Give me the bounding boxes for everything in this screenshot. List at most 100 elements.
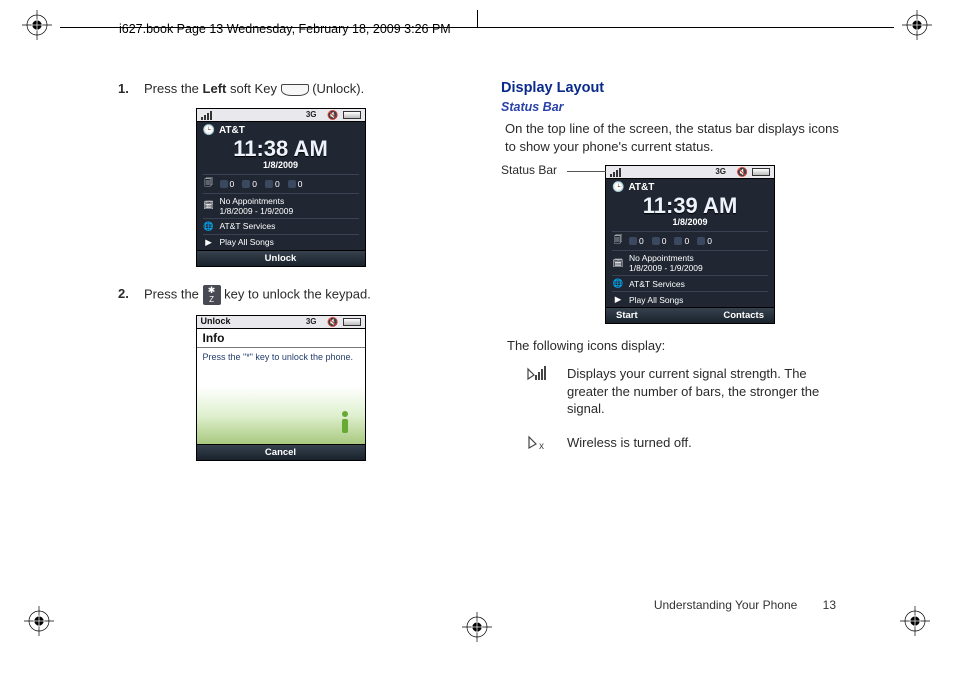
network-3g: 3G <box>306 317 317 326</box>
globe-icon: 🌐 <box>203 221 215 232</box>
step-2: 2. Press the key to unlock the keypad. <box>108 285 453 305</box>
speaker-icon: 🔇 <box>327 110 338 121</box>
screenshot-2: Unlock 3G 🔇 Info Press the "*" key to un… <box>108 315 453 461</box>
count-icon <box>674 237 682 245</box>
crop-tick <box>477 10 478 27</box>
book-header: i627.book Page 13 Wednesday, February 18… <box>115 20 455 38</box>
info-message: Press the "*" key to unlock the phone. <box>197 348 365 366</box>
right-column: Display Layout Status Bar On the top lin… <box>501 80 846 622</box>
info-icon <box>335 410 355 436</box>
status-bar: 3G 🔇 <box>606 166 774 179</box>
text: Press the <box>144 81 203 96</box>
battery-icon <box>752 168 770 176</box>
battery-icon <box>343 111 361 119</box>
icons-intro-text: The following icons display: <box>507 338 846 353</box>
text: soft Key <box>226 81 280 96</box>
date-range: 1/8/2009 - 1/9/2009 <box>220 206 294 216</box>
softkey-bar: Cancel <box>197 444 365 460</box>
subheading-status-bar: Status Bar <box>501 100 846 114</box>
count: 0 <box>662 236 667 246</box>
crop-mark-icon <box>24 606 54 639</box>
music-icon: ▶ <box>203 237 215 248</box>
count: 0 <box>275 179 280 189</box>
icon-row-signal: Displays your current signal strength. T… <box>525 365 846 418</box>
home-screen: 🕒AT&T 11:39 AM 1/8/2009 🗐0000 🗓No Appoin… <box>606 179 774 307</box>
count-icon <box>697 237 705 245</box>
page-content: 1. Press the Left soft Key (Unlock). 3G … <box>108 80 846 622</box>
svg-text:x: x <box>539 441 544 452</box>
appointments-label: No Appointments <box>220 196 294 206</box>
star-key-icon <box>203 285 221 305</box>
crop-mark-icon <box>900 606 930 639</box>
count-icon <box>265 180 273 188</box>
counts-row: 0 0 0 0 <box>220 179 303 189</box>
status-bar: Unlock 3G 🔇 <box>197 316 365 329</box>
songs-label: Play All Songs <box>220 237 274 247</box>
count-icon <box>288 180 296 188</box>
text: (Unlock). <box>309 81 365 96</box>
softkey-bar: Start Contacts <box>606 307 774 323</box>
left-column: 1. Press the Left soft Key (Unlock). 3G … <box>108 80 453 622</box>
count: 0 <box>684 236 689 246</box>
info-dialog: Info Press the "*" key to unlock the pho… <box>197 329 365 444</box>
step-number: 1. <box>118 80 144 98</box>
softkey-center: Unlock <box>265 253 297 264</box>
calendar-icon: 🗓 <box>612 258 624 269</box>
crop-mark-icon <box>22 10 52 43</box>
info-body: Press the "*" key to unlock the phone. <box>197 348 365 444</box>
icon-description: Displays your current signal strength. T… <box>567 365 846 418</box>
count: 0 <box>639 236 644 246</box>
network-3g: 3G <box>715 167 726 176</box>
info-heading: Info <box>197 329 365 348</box>
bold: Left <box>203 81 227 96</box>
phone-mock: 3G 🔇 🕒AT&T 11:39 AM 1/8/2009 🗐0000 🗓No A… <box>605 165 775 324</box>
appointments-label: No Appointments <box>629 253 703 263</box>
carrier-label: AT&T <box>628 182 654 193</box>
count-icon <box>652 237 660 245</box>
step-text: Press the Left soft Key (Unlock). <box>144 80 453 98</box>
softkey-bar: Unlock <box>197 250 365 266</box>
screenshot-1: 3G 🔇 🕒AT&T 11:38 AM 1/8/2009 🗐0000 🗓No A… <box>108 108 453 267</box>
clock-icon: 🕒 <box>203 125 215 136</box>
icon-row-wireless-off: x Wireless is turned off. <box>525 434 846 459</box>
count: 0 <box>230 179 235 189</box>
status-bar: 3G 🔇 <box>197 109 365 122</box>
title-label: Unlock <box>201 316 231 326</box>
count-icon <box>629 237 637 245</box>
counts-row: 0 0 0 0 <box>629 236 712 246</box>
paragraph: On the top line of the screen, the statu… <box>505 120 846 155</box>
crop-mark-icon <box>462 612 492 645</box>
signal-icon <box>201 111 217 123</box>
softkey-left: Start <box>616 310 638 321</box>
count: 0 <box>707 236 712 246</box>
count-icon <box>220 180 228 188</box>
globe-icon: 🌐 <box>612 278 624 289</box>
section-title: Understanding Your Phone <box>654 598 797 612</box>
step-text: Press the key to unlock the keypad. <box>144 285 453 305</box>
count: 0 <box>298 179 303 189</box>
icon-description: Wireless is turned off. <box>567 434 846 452</box>
softkey-right: Contacts <box>723 310 764 321</box>
services-label: AT&T Services <box>629 279 685 289</box>
mail-icon: 🗐 <box>612 234 624 248</box>
songs-label: Play All Songs <box>629 295 683 305</box>
text: Press the <box>144 286 203 301</box>
home-screen: 🕒AT&T 11:38 AM 1/8/2009 🗐0000 🗓No Appoin… <box>197 122 365 250</box>
softkey-icon <box>281 84 309 96</box>
page-footer: Understanding Your Phone 13 <box>654 598 836 612</box>
step-1: 1. Press the Left soft Key (Unlock). <box>108 80 453 98</box>
services-label: AT&T Services <box>220 221 276 231</box>
count: 0 <box>252 179 257 189</box>
calendar-icon: 🗓 <box>203 200 215 211</box>
speaker-icon: 🔇 <box>737 167 748 178</box>
text: key to unlock the keypad. <box>221 286 371 301</box>
callout-label: Status Bar <box>501 163 557 177</box>
date-range: 1/8/2009 - 1/9/2009 <box>629 263 703 273</box>
phone-mock: Unlock 3G 🔇 Info Press the "*" key to un… <box>196 315 366 461</box>
speaker-icon: 🔇 <box>327 317 338 328</box>
status-bar-callout: Status Bar 3G 🔇 🕒AT&T 11:39 AM 1/8/2009 … <box>547 165 846 324</box>
date-display: 1/8/2009 <box>203 160 359 170</box>
crop-mark-icon <box>902 10 932 43</box>
signal-icon <box>610 168 626 180</box>
signal-strength-icon <box>525 365 547 388</box>
